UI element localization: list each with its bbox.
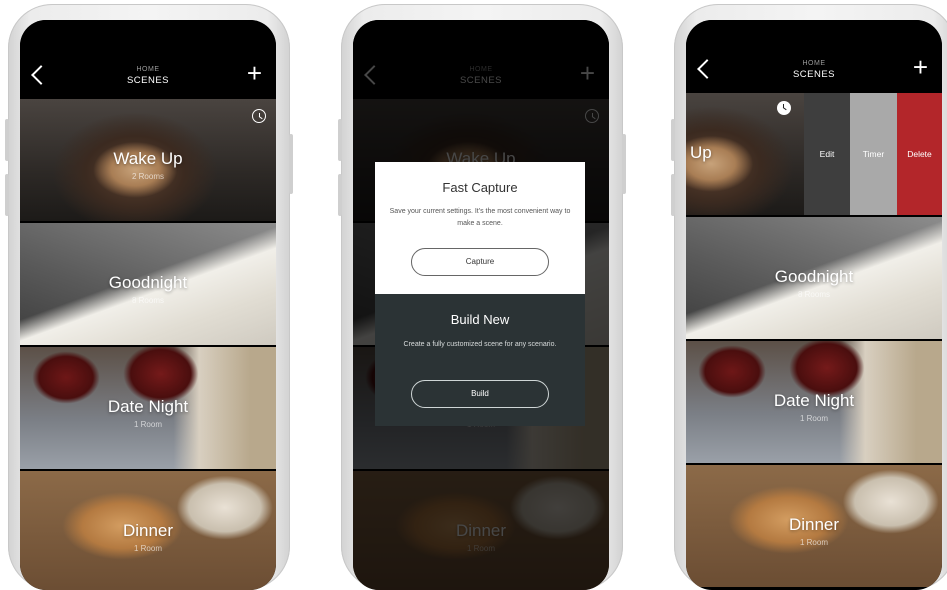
scene-card-wake-up-swiped[interactable]: Up Edit Timer Delete [686, 93, 942, 215]
phone-side-button [338, 119, 342, 161]
screen-add-scene: HOME SCENES + Wake Up 2 Rooms Goodnight … [353, 20, 609, 590]
phone-side-button [5, 119, 9, 161]
app-header: HOME SCENES + [686, 20, 942, 92]
divider [20, 345, 276, 347]
divider [20, 469, 276, 471]
build-new-title: Build New [450, 312, 510, 327]
screen-swipe-actions: HOME SCENES + Up Edit Timer Delete Goodn… [686, 20, 942, 590]
page-title: SCENES [792, 69, 836, 80]
divider [686, 463, 942, 465]
clock-icon[interactable] [777, 101, 791, 115]
phone-side-button [671, 174, 675, 216]
phone-frame-scenes-list: HOME SCENES + Wake Up 2 Rooms Goodnight … [5, 4, 293, 590]
scene-card-date-night[interactable]: Date Night 1 Room [686, 341, 942, 463]
phone-frame-add-scene-modal: HOME SCENES + Wake Up 2 Rooms Goodnight … [338, 4, 626, 590]
app-header: HOME SCENES + [20, 20, 276, 98]
header-supertitle: HOME [136, 66, 160, 73]
plus-icon[interactable]: + [913, 54, 928, 80]
scene-card-dinner[interactable]: Dinner 1 Room [20, 471, 276, 590]
scene-name: Dinner [788, 515, 840, 534]
scene-name: Wake Up [113, 149, 183, 168]
page-title: SCENES [126, 75, 170, 86]
phone-power-button [289, 134, 293, 194]
scene-rooms: 1 Room [133, 420, 162, 429]
scene-card-goodnight[interactable]: Goodnight 8 Rooms [20, 223, 276, 345]
header-supertitle: HOME [802, 60, 826, 67]
fast-capture-description: Save your current settings. It's the mos… [389, 208, 571, 227]
capture-button[interactable]: Capture [411, 248, 549, 276]
scene-rooms: 1 Room [133, 544, 162, 553]
add-scene-modal: Fast Capture Save your current settings.… [375, 162, 585, 426]
build-new-panel: Build New Create a fully customized scen… [375, 294, 585, 426]
fast-capture-title: Fast Capture [442, 180, 518, 195]
phone-side-button [671, 119, 675, 161]
plus-icon[interactable]: + [247, 60, 262, 86]
scene-rooms: 2 Rooms [131, 172, 164, 181]
timer-button[interactable]: Timer [850, 93, 897, 215]
scene-name: Goodnight [108, 273, 188, 292]
divider [20, 221, 276, 223]
scene-card-dinner[interactable]: Dinner 1 Room [686, 465, 942, 587]
build-new-description: Create a fully customized scene for any … [403, 341, 557, 348]
scene-name-partial: Up [690, 143, 712, 162]
scene-card-wake-up[interactable]: Wake Up 2 Rooms [20, 99, 276, 221]
screen-scenes-list: HOME SCENES + Wake Up 2 Rooms Goodnight … [20, 20, 276, 590]
phone-side-button [338, 174, 342, 216]
scene-card-goodnight[interactable]: Goodnight 8 Rooms [686, 217, 942, 339]
scene-name: Date Night [773, 391, 855, 410]
phone-power-button [622, 134, 626, 194]
fast-capture-panel: Fast Capture Save your current settings.… [375, 162, 585, 294]
scene-rooms: 8 Rooms [797, 290, 830, 299]
divider [686, 339, 942, 341]
scene-rooms: 1 Room [799, 538, 828, 547]
divider [686, 215, 942, 217]
edit-button[interactable]: Edit [804, 93, 850, 215]
scene-rooms: 8 Rooms [131, 296, 164, 305]
phone-side-button [5, 174, 9, 216]
scene-name: Goodnight [774, 267, 854, 286]
clock-icon[interactable] [252, 109, 266, 123]
scene-name: Date Night [107, 397, 189, 416]
scene-rooms: 1 Room [799, 414, 828, 423]
scene-card-date-night[interactable]: Date Night 1 Room [20, 347, 276, 469]
delete-button[interactable]: Delete [897, 93, 942, 215]
build-button[interactable]: Build [411, 380, 549, 408]
phone-frame-swipe-actions: HOME SCENES + Up Edit Timer Delete Goodn… [671, 4, 947, 590]
scene-name: Dinner [122, 521, 174, 540]
